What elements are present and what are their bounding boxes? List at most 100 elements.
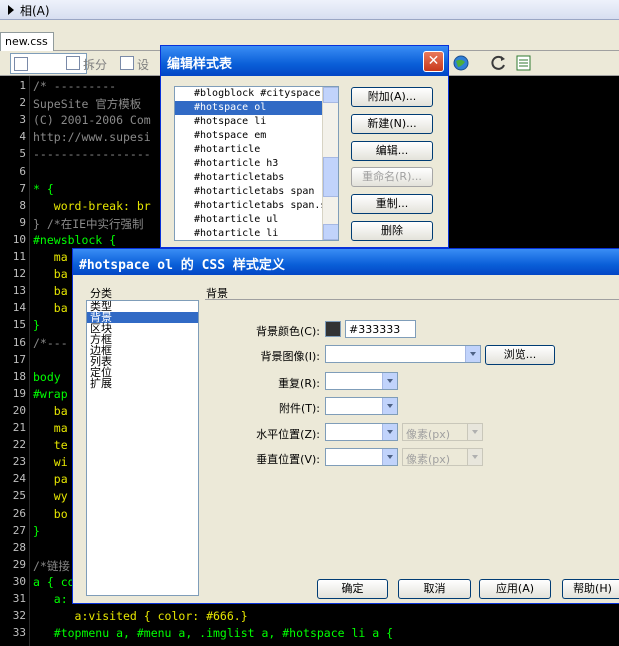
code-line[interactable]: ma xyxy=(33,421,68,435)
code-line[interactable]: word-break: br xyxy=(33,199,151,213)
line-number: 13 xyxy=(12,284,26,298)
code-line[interactable]: /* --------- xyxy=(33,79,116,93)
rule-list-item[interactable]: #hotspace em xyxy=(175,129,338,143)
duplicate-button[interactable]: 重制... xyxy=(351,194,433,214)
line-number: 25 xyxy=(12,489,26,503)
chevron-down-icon[interactable] xyxy=(382,449,397,465)
code-line[interactable]: a:visited { color: #666.} xyxy=(33,609,248,623)
code-line[interactable]: } xyxy=(33,524,40,538)
rule-list-item[interactable]: #hotarticletabs xyxy=(175,171,338,185)
rule-list-item[interactable]: #hotarticle xyxy=(175,143,338,157)
code-line[interactable]: } /*在IE中实行强制 xyxy=(33,216,144,232)
chevron-down-icon[interactable] xyxy=(382,398,397,414)
code-line[interactable]: ma xyxy=(33,250,68,264)
rule-list-item[interactable]: #blogblock #cityspace xyxy=(175,87,338,101)
refresh-icon[interactable] xyxy=(490,54,508,72)
horizontal-unit-value: 像素(px) xyxy=(406,428,451,441)
scroll-up-icon[interactable] xyxy=(323,87,338,103)
line-number: 10 xyxy=(12,232,26,246)
cancel-button[interactable]: 取消 xyxy=(398,579,471,599)
line-number: 30 xyxy=(12,574,26,588)
vertical-position-select[interactable] xyxy=(325,448,398,466)
line-number: 20 xyxy=(12,403,26,417)
horizontal-position-select[interactable] xyxy=(325,423,398,441)
chevron-down-icon[interactable] xyxy=(465,346,480,362)
rule-list-item[interactable]: #hotspace li xyxy=(175,115,338,129)
menu-item[interactable]: 相(A) xyxy=(20,2,50,19)
edit-button[interactable]: 编辑... xyxy=(351,141,433,161)
rule-list-item[interactable]: #hotarticletabs span.s xyxy=(175,199,338,213)
rule-list-item[interactable]: #hotarticle li xyxy=(175,227,338,240)
code-line[interactable]: #wrap xyxy=(33,387,68,401)
code-line[interactable]: } xyxy=(33,318,40,332)
css-rule-definition-dialog: #hotspace ol 的 CSS 样式定义 分类 类型 背景 区块 方框 边框 列表定… xyxy=(72,248,619,604)
globe-icon[interactable] xyxy=(452,54,470,72)
code-line[interactable]: ba xyxy=(33,267,68,281)
chevron-down-icon[interactable] xyxy=(382,424,397,440)
chevron-down-icon[interactable] xyxy=(382,373,397,389)
code-line[interactable]: a { co xyxy=(33,575,75,589)
close-icon[interactable]: ✕ xyxy=(423,51,444,72)
rule-list-item[interactable]: #hotarticle ul xyxy=(175,213,338,227)
line-number: 12 xyxy=(12,267,26,281)
vertical-unit-select: 像素(px) xyxy=(402,448,483,466)
code-line[interactable]: ba xyxy=(33,301,68,315)
ok-button[interactable]: 确定 xyxy=(317,579,388,599)
bg-color-input[interactable]: #333333 xyxy=(345,320,416,338)
scroll-thumb[interactable] xyxy=(323,157,338,197)
code-line[interactable]: body xyxy=(33,370,61,384)
stylesheet-rule-list[interactable]: #blogblock #cityspace #hotspace ol #hotspa… xyxy=(174,86,339,241)
apply-button[interactable]: 应用(A) xyxy=(479,579,551,599)
code-line[interactable]: wi xyxy=(33,455,68,469)
code-line[interactable]: * { xyxy=(33,182,54,196)
line-number: 16 xyxy=(12,335,26,349)
code-line[interactable]: (C) 2001-2006 Com xyxy=(33,113,151,127)
line-number: 3 xyxy=(19,113,26,127)
code-line[interactable]: wy xyxy=(33,489,68,503)
code-line[interactable]: pa xyxy=(33,472,68,486)
code-line[interactable]: ----------------- xyxy=(33,147,151,161)
code-line[interactable]: ba xyxy=(33,404,68,418)
line-number: 5 xyxy=(19,147,26,161)
attach-button[interactable]: 附加(A)... xyxy=(351,87,433,107)
code-line[interactable]: SupeSite 官方模板 xyxy=(33,96,141,112)
code-line[interactable]: http://www.supesi xyxy=(33,130,151,144)
delete-button[interactable]: 删除 xyxy=(351,221,433,241)
repeat-label: 重复(R): xyxy=(278,377,320,390)
new-button[interactable]: 新建(N)... xyxy=(351,114,433,134)
repeat-select[interactable] xyxy=(325,372,398,390)
code-line[interactable]: /*--- xyxy=(33,336,68,350)
expand-arrow-icon[interactable] xyxy=(8,5,14,15)
bg-image-select[interactable] xyxy=(325,345,481,363)
split-view-button[interactable]: 拆分 xyxy=(63,53,111,74)
rule-list-item[interactable]: #hotarticle h3 xyxy=(175,157,338,171)
design-view-icon xyxy=(120,56,134,70)
rule-list-item[interactable]: #hotarticletabs span xyxy=(175,185,338,199)
category-list[interactable]: 类型 背景 区块 方框 边框 列表 定位 扩展 xyxy=(86,300,199,596)
line-number: 31 xyxy=(12,592,26,605)
help-button[interactable]: 帮助(H) xyxy=(562,579,619,599)
line-number: 19 xyxy=(12,386,26,400)
code-line[interactable]: #newsblock { xyxy=(33,233,116,247)
color-swatch[interactable] xyxy=(325,321,341,337)
rule-list-scrollbar[interactable] xyxy=(322,87,338,240)
code-line[interactable]: bo xyxy=(33,507,68,521)
code-line[interactable]: #topmenu a, #menu a, .imglist a, #hotspa… xyxy=(33,626,393,640)
scroll-down-icon[interactable] xyxy=(323,224,338,240)
file-tab-new-css[interactable]: new.css xyxy=(0,32,54,51)
design-view-button[interactable]: 设 xyxy=(117,53,153,74)
view-options-icon[interactable] xyxy=(515,54,533,72)
split-view-label: 拆分 xyxy=(83,58,108,72)
category-item[interactable]: 扩展 xyxy=(87,378,198,389)
line-number: 17 xyxy=(12,352,26,366)
attachment-select[interactable] xyxy=(325,397,398,415)
vertical-position-label: 垂直位置(V): xyxy=(256,453,320,466)
line-number: 1 xyxy=(19,79,26,92)
rule-list-item[interactable]: #hotspace ol xyxy=(175,101,338,115)
browse-button[interactable]: 浏览... xyxy=(485,345,555,365)
code-line[interactable]: /*链接 xyxy=(33,558,70,574)
code-line[interactable]: ba xyxy=(33,284,68,298)
code-line[interactable]: a: xyxy=(33,592,68,606)
edit-stylesheet-dialog: 编辑样式表 ✕ #blogblock #cityspace #hotspace o… xyxy=(160,45,449,248)
code-line[interactable]: te xyxy=(33,438,68,452)
